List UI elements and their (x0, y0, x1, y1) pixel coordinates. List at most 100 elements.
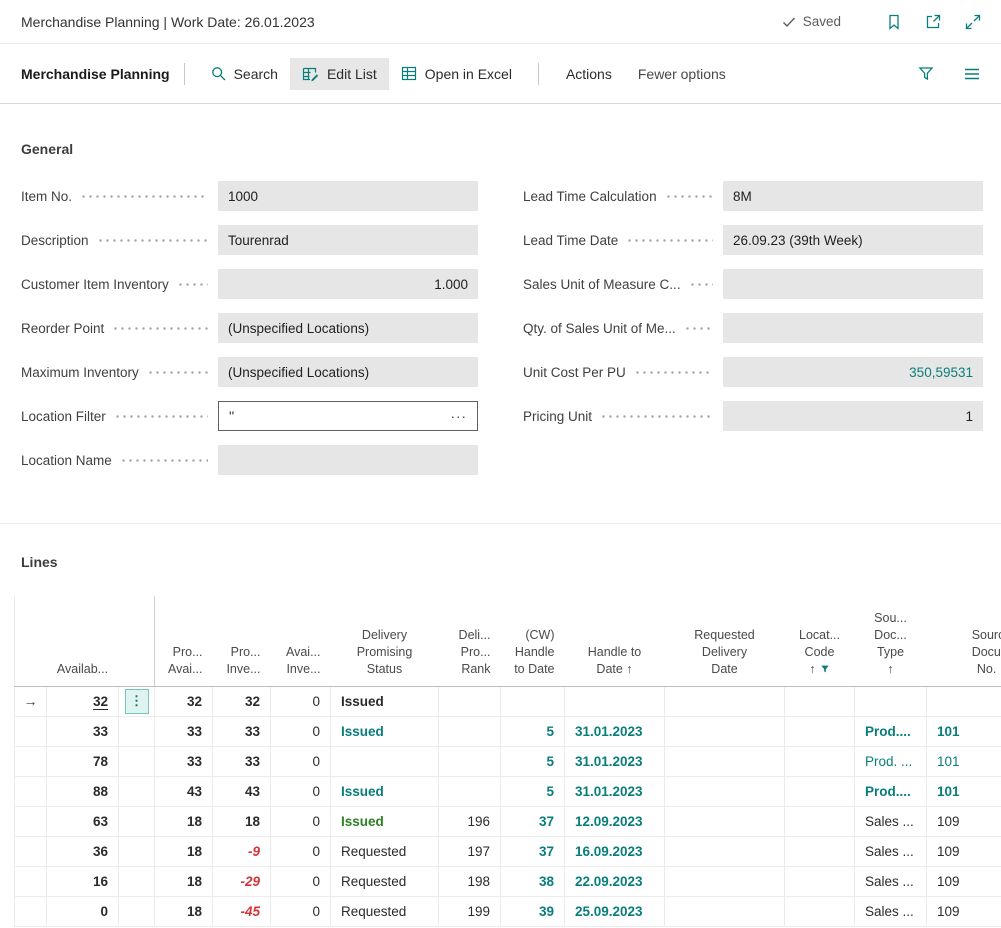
cell-status[interactable]: Issued (330, 686, 439, 717)
column-header-req_date[interactable]: Requested Delivery Date (664, 596, 785, 687)
cell-pro_inve[interactable]: 18 (212, 806, 271, 837)
cell-availab[interactable]: 33 (46, 716, 119, 747)
cell-req_date[interactable] (664, 806, 785, 837)
cell-sou_type[interactable]: Sales ... (854, 806, 927, 837)
cell-availab[interactable]: 36 (46, 836, 119, 867)
cell-availab[interactable]: 63 (46, 806, 119, 837)
cell-source_no[interactable]: 101 (926, 746, 1001, 777)
cell-locat[interactable] (784, 776, 855, 807)
column-header-status[interactable]: Delivery Promising Status (330, 596, 439, 687)
cell-source_no[interactable]: 109 (926, 806, 1001, 837)
cell-source_no[interactable]: 101 (926, 716, 1001, 747)
cell-cw[interactable]: 5 (500, 716, 565, 747)
field-input-qty-of-sales-unit-of-measure[interactable] (723, 313, 983, 343)
cell-source_no[interactable]: 109 (926, 896, 1001, 927)
cell-avai_inve[interactable]: 0 (270, 686, 331, 717)
cell-arrow[interactable] (14, 836, 47, 867)
cell-locat[interactable] (784, 716, 855, 747)
cell-arrow[interactable] (14, 746, 47, 777)
field-input-description[interactable]: Tourenrad (218, 225, 478, 255)
cell-pro_avai[interactable]: 32 (154, 686, 213, 717)
cell-pro_avai[interactable]: 43 (154, 776, 213, 807)
cell-pro_inve[interactable]: 33 (212, 746, 271, 777)
field-input-sales-unit-of-measure-code[interactable] (723, 269, 983, 299)
cell-rank[interactable]: 198 (438, 866, 501, 897)
open-in-excel-button[interactable]: Open in Excel (389, 58, 524, 90)
cell-rank[interactable] (438, 686, 501, 717)
search-button[interactable]: Search (199, 58, 290, 90)
expand-icon[interactable] (965, 14, 981, 30)
cell-pro_avai[interactable]: 18 (154, 836, 213, 867)
cell-arrow[interactable] (14, 896, 47, 927)
cell-status[interactable]: Issued (330, 806, 439, 837)
cell-sou_type[interactable]: Prod. ... (854, 746, 927, 777)
cell-menu[interactable]: ⋮ (118, 686, 155, 717)
cell-req_date[interactable] (664, 716, 785, 747)
column-header-availab[interactable]: Availab... (46, 596, 119, 687)
field-input-customer-item-inventory[interactable]: 1.000 (218, 269, 478, 299)
cell-pro_avai[interactable]: 18 (154, 866, 213, 897)
cell-avai_inve[interactable]: 0 (270, 896, 331, 927)
cell-cw[interactable] (500, 686, 565, 717)
cell-menu[interactable] (118, 896, 155, 927)
cell-source_no[interactable]: 109 (926, 866, 1001, 897)
cell-avai_inve[interactable]: 0 (270, 776, 331, 807)
cell-cw[interactable]: 39 (500, 896, 565, 927)
fewer-options-button[interactable]: Fewer options (625, 58, 739, 90)
field-input-lead-time-calculation[interactable]: 8M (723, 181, 983, 211)
cell-handle_date[interactable] (564, 686, 665, 717)
cell-arrow[interactable] (14, 716, 47, 747)
cell-handle_date[interactable]: 22.09.2023 (564, 866, 665, 897)
field-input-item-no[interactable]: 1000 (218, 181, 478, 211)
cell-status[interactable]: Issued (330, 716, 439, 747)
cell-sou_type[interactable]: Sales ... (854, 896, 927, 927)
cell-status[interactable]: Requested (330, 836, 439, 867)
field-input-maximum-inventory[interactable]: (Unspecified Locations) (218, 357, 478, 387)
cell-req_date[interactable] (664, 836, 785, 867)
cell-handle_date[interactable]: 16.09.2023 (564, 836, 665, 867)
cell-cw[interactable]: 37 (500, 836, 565, 867)
cell-rank[interactable]: 197 (438, 836, 501, 867)
cell-rank[interactable] (438, 746, 501, 777)
cell-cw[interactable]: 38 (500, 866, 565, 897)
cell-arrow[interactable] (14, 866, 47, 897)
cell-avai_inve[interactable]: 0 (270, 746, 331, 777)
column-header-avai_inve[interactable]: Avai... Inve... (270, 596, 331, 687)
cell-pro_avai[interactable]: 33 (154, 746, 213, 777)
show-list-icon[interactable] (964, 67, 980, 81)
column-header-rank[interactable]: Deli... Pro... Rank (438, 596, 501, 687)
field-input-pricing-unit[interactable]: 1 (723, 401, 983, 431)
cell-status[interactable]: Issued (330, 776, 439, 807)
cell-menu[interactable] (118, 746, 155, 777)
cell-handle_date[interactable]: 31.01.2023 (564, 746, 665, 777)
cell-pro_inve[interactable]: -29 (212, 866, 271, 897)
cell-handle_date[interactable]: 31.01.2023 (564, 716, 665, 747)
column-header-source_no[interactable]: SourceDocumNo. ↑ (926, 596, 1001, 687)
field-input-location-filter[interactable]: '' ··· (218, 401, 478, 431)
cell-pro_inve[interactable]: 43 (212, 776, 271, 807)
cell-rank[interactable]: 196 (438, 806, 501, 837)
cell-handle_date[interactable]: 12.09.2023 (564, 806, 665, 837)
open-in-window-icon[interactable] (925, 14, 941, 30)
column-header-pro_avai[interactable]: Pro... Avai... (154, 596, 213, 687)
cell-availab[interactable]: 78 (46, 746, 119, 777)
cell-locat[interactable] (784, 806, 855, 837)
cell-req_date[interactable] (664, 866, 785, 897)
cell-menu[interactable] (118, 806, 155, 837)
cell-menu[interactable] (118, 716, 155, 747)
cell-arrow[interactable] (14, 776, 47, 807)
cell-arrow[interactable] (14, 806, 47, 837)
cell-cw[interactable]: 5 (500, 776, 565, 807)
cell-source_no[interactable]: 101 (926, 776, 1001, 807)
cell-cw[interactable]: 5 (500, 746, 565, 777)
cell-sou_type[interactable]: Sales ... (854, 866, 927, 897)
cell-availab[interactable]: 16 (46, 866, 119, 897)
cell-availab[interactable]: 32 (46, 686, 119, 717)
cell-sou_type[interactable]: Sales ... (854, 836, 927, 867)
cell-locat[interactable] (784, 866, 855, 897)
assist-edit-button[interactable]: ··· (451, 409, 468, 424)
field-input-unit-cost-per-pu[interactable]: 350,59531 (723, 357, 983, 387)
cell-pro_inve[interactable]: -9 (212, 836, 271, 867)
cell-source_no[interactable] (926, 686, 1001, 717)
cell-cw[interactable]: 37 (500, 806, 565, 837)
